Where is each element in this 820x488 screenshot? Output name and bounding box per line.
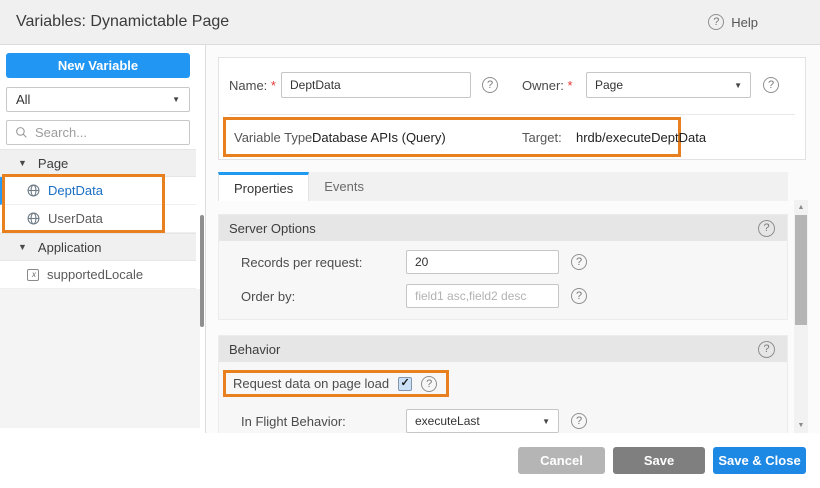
variable-editor: Name: * Owner: * Page ▼ Variable Type: D…	[206, 45, 820, 433]
tab-bar: Properties Events	[218, 172, 788, 201]
search-box	[6, 120, 190, 145]
help-button[interactable]: Help	[708, 14, 758, 30]
request-data-help-icon[interactable]	[421, 376, 437, 392]
tree-item-supportedlocale[interactable]: x supportedLocale	[0, 261, 196, 289]
records-help-icon[interactable]	[571, 254, 587, 270]
tree-group-page[interactable]: ▼ Page	[0, 149, 196, 177]
behavior-header: Behavior	[219, 336, 787, 362]
owner-help-icon[interactable]	[763, 77, 779, 93]
records-per-request-input[interactable]	[406, 250, 559, 274]
chevron-down-icon: ▼	[542, 417, 550, 426]
request-data-label: Request data on page load	[233, 376, 389, 391]
collapse-arrow-icon: ▼	[18, 158, 27, 168]
required-asterisk: *	[271, 78, 276, 93]
properties-panel: Server Options Records per request: Orde…	[218, 200, 788, 433]
sidebar-scrollbar-thumb[interactable]	[200, 215, 204, 327]
variables-tree: ▼ Page DeptData UserData ▼ Application x…	[0, 149, 196, 289]
owner-label: Owner: *	[522, 78, 573, 93]
inflight-behavior-value: executeLast	[415, 414, 480, 428]
scroll-up-icon[interactable]: ▲	[794, 204, 808, 211]
name-label: Name: *	[229, 78, 276, 93]
service-variable-icon	[27, 184, 40, 197]
inflight-behavior-label: In Flight Behavior:	[241, 414, 406, 429]
tree-item-label: supportedLocale	[47, 267, 143, 282]
chevron-down-icon: ▼	[172, 95, 180, 104]
inflight-help-icon[interactable]	[571, 413, 587, 429]
order-by-input[interactable]	[406, 284, 559, 308]
card-divider	[229, 114, 795, 115]
variables-dialog: Variables: Dynamictable Page Help New Va…	[0, 0, 820, 488]
owner-select[interactable]: Page ▼	[586, 72, 751, 98]
records-per-request-row: Records per request:	[219, 249, 787, 275]
service-variable-icon	[27, 212, 40, 225]
cancel-button[interactable]: Cancel	[518, 447, 605, 474]
variable-summary-card: Name: * Owner: * Page ▼ Variable Type: D…	[218, 57, 806, 160]
collapse-arrow-icon: ▼	[18, 242, 27, 252]
variable-type-label: Variable Type:	[234, 130, 316, 145]
scroll-down-icon[interactable]: ▼	[794, 422, 808, 429]
chevron-down-icon: ▼	[734, 81, 742, 90]
target-label: Target:	[522, 130, 562, 145]
new-variable-button[interactable]: New Variable	[6, 53, 190, 78]
order-by-label: Order by:	[241, 289, 406, 304]
tab-events[interactable]: Events	[309, 172, 379, 201]
name-help-icon[interactable]	[482, 77, 498, 93]
page-title: Variables: Dynamictable Page	[16, 13, 229, 31]
inflight-behavior-select[interactable]: executeLast ▼	[406, 409, 559, 433]
section-title: Behavior	[229, 342, 280, 357]
name-input[interactable]	[281, 72, 471, 98]
order-by-help-icon[interactable]	[571, 288, 587, 304]
model-variable-icon: x	[27, 269, 39, 281]
server-options-section: Server Options Records per request: Orde…	[218, 214, 788, 320]
records-per-request-label: Records per request:	[241, 255, 406, 270]
help-icon	[708, 14, 724, 30]
variable-filter-select[interactable]: All ▼	[6, 87, 190, 112]
help-label: Help	[731, 15, 758, 30]
section-title: Server Options	[229, 221, 316, 236]
tab-properties[interactable]: Properties	[218, 172, 309, 201]
properties-scrollbar[interactable]: ▲ ▼	[794, 200, 808, 433]
inflight-behavior-row: In Flight Behavior: executeLast ▼	[219, 408, 787, 433]
tree-item-deptdata[interactable]: DeptData	[0, 177, 196, 205]
tree-item-userdata[interactable]: UserData	[0, 205, 196, 233]
variable-filter-value: All	[16, 92, 30, 107]
variable-type-value: Database APIs (Query)	[312, 130, 446, 145]
search-icon	[15, 126, 28, 139]
request-data-checkbox[interactable]	[398, 377, 412, 391]
sidebar-background	[0, 289, 200, 428]
search-input[interactable]	[35, 125, 181, 140]
behavior-section: Behavior Request data on page load In Fl…	[218, 335, 788, 433]
tree-group-application[interactable]: ▼ Application	[0, 233, 196, 261]
dialog-footer: Cancel Save Save & Close	[0, 433, 820, 488]
sidebar-controls: New Variable All ▼	[0, 45, 196, 145]
scrollbar-thumb[interactable]	[795, 215, 807, 325]
save-button[interactable]: Save	[613, 447, 705, 474]
tree-group-label: Page	[38, 156, 68, 171]
save-close-button[interactable]: Save & Close	[713, 447, 806, 474]
order-by-row: Order by:	[219, 283, 787, 309]
tree-item-label: UserData	[48, 211, 103, 226]
target-value: hrdb/executeDeptData	[576, 130, 706, 145]
tree-group-label: Application	[38, 240, 102, 255]
server-options-help-icon[interactable]	[758, 220, 775, 237]
required-asterisk: *	[568, 78, 573, 93]
behavior-help-icon[interactable]	[758, 341, 775, 358]
server-options-header: Server Options	[219, 215, 787, 241]
owner-value: Page	[595, 78, 623, 92]
tree-item-label: DeptData	[48, 183, 103, 198]
dialog-header: Variables: Dynamictable Page Help	[0, 0, 820, 45]
variables-sidebar: New Variable All ▼ ▼ Page DeptData UserD…	[0, 45, 205, 428]
highlight-box-variable-type: Variable Type: Database APIs (Query) Tar…	[223, 117, 681, 157]
highlight-box-request-data: Request data on page load	[223, 370, 449, 397]
